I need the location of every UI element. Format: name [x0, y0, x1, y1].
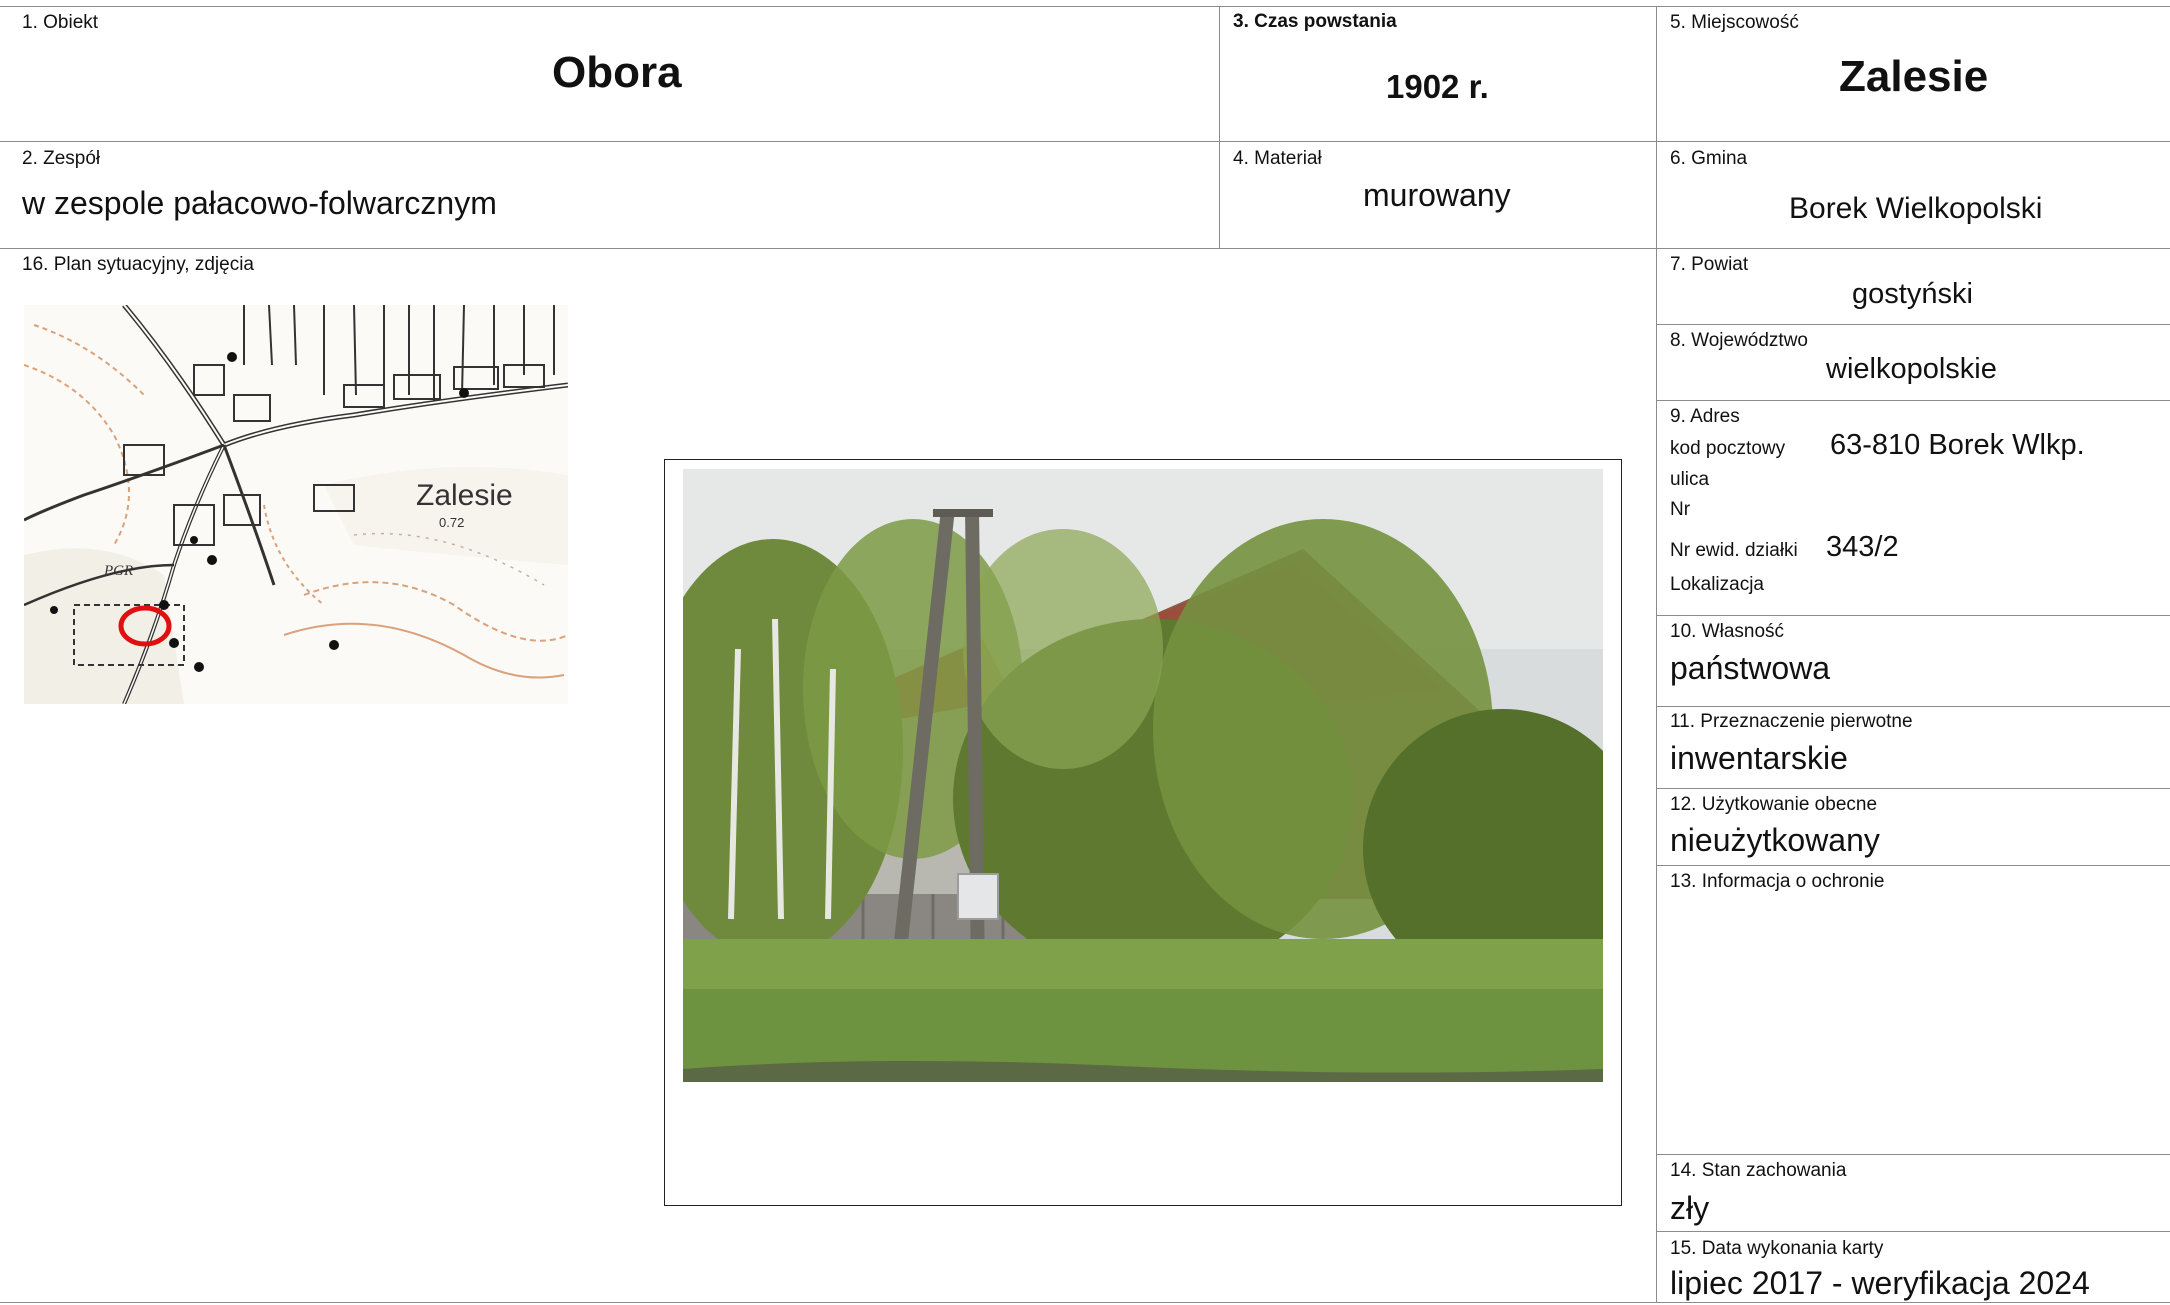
wojewodztwo-value: wielkopolskie — [1826, 353, 1997, 385]
uzytkowanie-value: nieużytkowany — [1670, 822, 1880, 858]
zespol-value: w zespole pałacowo-folwarcznym — [22, 185, 497, 221]
wojewodztwo-label: 8. Województwo — [1670, 330, 1808, 351]
map-pgr-label: PGR — [103, 563, 133, 579]
dzialka-value: 343/2 — [1826, 531, 1899, 563]
adres-label: 9. Adres — [1670, 406, 1740, 427]
map-place-label: Zalesie — [416, 479, 513, 512]
divider — [1657, 615, 2170, 616]
divider — [1657, 706, 2170, 707]
stan-label: 14. Stan zachowania — [1670, 1160, 1847, 1181]
gmina-label: 6. Gmina — [1670, 148, 1748, 169]
divider — [1656, 6, 1657, 1302]
wlasnosc-label: 10. Własność — [1670, 621, 1785, 642]
divider — [1657, 865, 2170, 866]
divider — [1657, 324, 2170, 325]
map-value-label: 0.72 — [439, 515, 464, 530]
ulica-label: ulica — [1670, 469, 1710, 490]
miejscowosc-label: 5. Miejscowość — [1670, 12, 1799, 33]
divider — [0, 141, 2170, 142]
divider — [1219, 6, 1220, 248]
barn-photo — [683, 469, 1603, 1082]
wlasnosc-value: państwowa — [1670, 650, 1831, 686]
kod-pocztowy-label: kod pocztowy — [1670, 438, 1786, 459]
zespol-label: 2. Zespół — [22, 148, 101, 169]
stan-value: zły — [1670, 1190, 1710, 1226]
divider — [1657, 1231, 2170, 1232]
material-label: 4. Materiał — [1233, 148, 1322, 169]
powiat-value: gostyński — [1852, 278, 1973, 310]
dzialka-label: Nr ewid. działki — [1670, 540, 1798, 561]
divider — [1657, 1154, 2170, 1155]
divider — [1657, 400, 2170, 401]
gmina-value: Borek Wielkopolski — [1789, 192, 2043, 225]
divider — [1657, 788, 2170, 789]
divider — [0, 6, 2170, 7]
czas-value: 1902 r. — [1386, 68, 1489, 105]
plan-label: 16. Plan sytuacyjny, zdjęcia — [22, 254, 254, 275]
lokalizacja-label: Lokalizacja — [1670, 574, 1764, 595]
divider — [0, 1302, 2170, 1303]
powiat-label: 7. Powiat — [1670, 254, 1749, 275]
ochrona-label: 13. Informacja o ochronie — [1670, 871, 1885, 892]
situation-map: Zalesie 0.72 PGR — [24, 305, 568, 704]
inventory-card: 1. Obiekt Obora 3. Czas powstania 1902 r… — [0, 0, 2170, 1305]
miejscowosc-value: Zalesie — [1839, 52, 1989, 101]
obiekt-label: 1. Obiekt — [22, 12, 99, 33]
czas-label: 3. Czas powstania — [1233, 11, 1397, 32]
uzytkowanie-label: 12. Użytkowanie obecne — [1670, 794, 1878, 815]
data-label: 15. Data wykonania karty — [1670, 1238, 1884, 1259]
material-value: murowany — [1363, 177, 1511, 213]
obiekt-value: Obora — [552, 48, 682, 97]
data-value: lipiec 2017 - weryfikacja 2024 — [1670, 1265, 2090, 1301]
przeznaczenie-label: 11. Przeznaczenie pierwotne — [1670, 711, 1913, 732]
kod-pocztowy-value: 63-810 Borek Wlkp. — [1830, 429, 2085, 461]
nr-label: Nr — [1670, 499, 1691, 520]
divider — [0, 248, 2170, 249]
przeznaczenie-value: inwentarskie — [1670, 740, 1848, 776]
